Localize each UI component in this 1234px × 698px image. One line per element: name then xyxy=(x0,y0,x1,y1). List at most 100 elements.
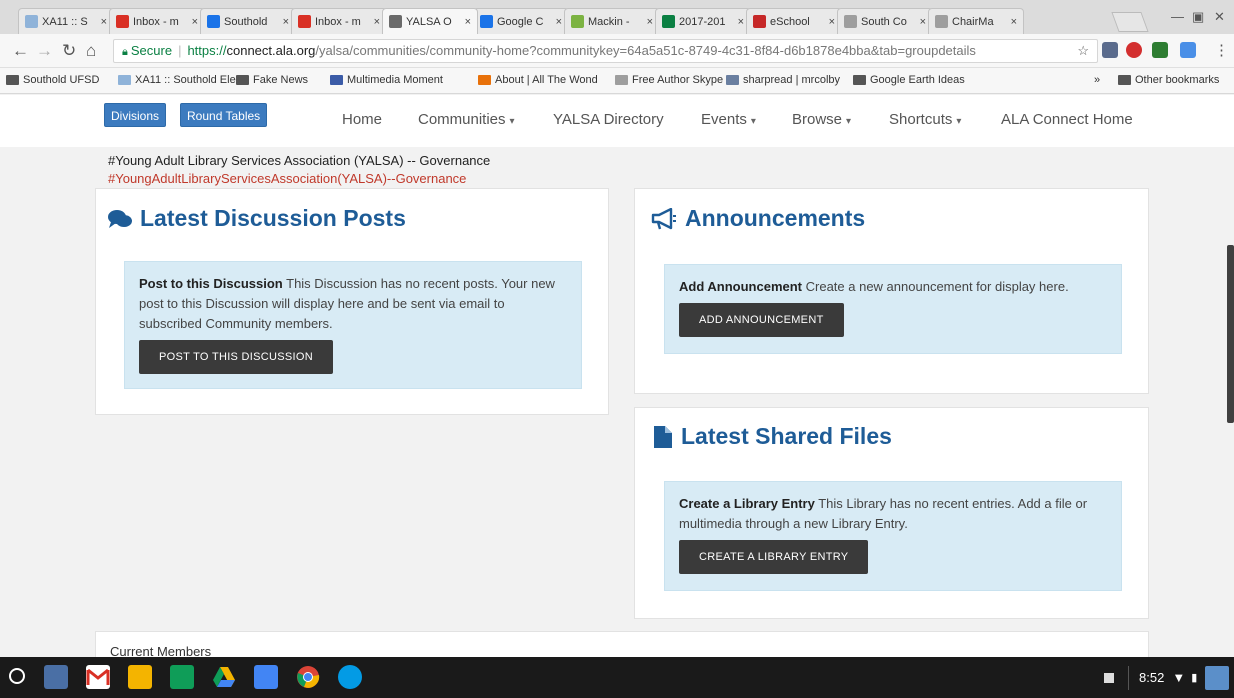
launcher-icon[interactable] xyxy=(9,668,25,684)
site-top-nav: Divisions Round Tables Home Communities ▾ Y… xyxy=(0,95,1234,147)
nav-link[interactable]: Events ▾ xyxy=(701,111,756,128)
bookmark-icon xyxy=(853,75,866,85)
bookmark-label: Google Earth Ideas xyxy=(870,74,965,86)
bookmark-star-icon[interactable]: ☆ xyxy=(1077,40,1089,62)
browser-tab[interactable]: Inbox - m × xyxy=(109,8,205,34)
nav-link[interactable]: Communities ▾ xyxy=(418,111,515,128)
maximize-icon[interactable]: ▣ xyxy=(1192,9,1204,25)
shared-files-title: Latest Shared Files xyxy=(653,423,892,450)
bookmark-label: sharpread | mrcolby xyxy=(743,74,841,86)
chrome-icon[interactable] xyxy=(296,665,320,689)
google-docs-icon[interactable] xyxy=(254,665,278,689)
browser-tab[interactable]: ChairMa × xyxy=(928,8,1024,34)
bookmark-item[interactable]: Free Author Skype xyxy=(615,74,723,86)
tab-close-icon[interactable]: × xyxy=(920,16,926,28)
bookmark-item[interactable]: Google Earth Ideas xyxy=(853,74,965,86)
files-app-icon[interactable] xyxy=(338,665,362,689)
tab-title: Inbox - m xyxy=(315,15,361,28)
divisions-button[interactable]: Divisions xyxy=(104,103,167,127)
add-announcement-button[interactable]: ADD ANNOUNCEMENT xyxy=(679,303,844,337)
google-slides-icon[interactable] xyxy=(128,665,152,689)
discussion-info-box: Post to this Discussion This Discussion … xyxy=(124,261,582,389)
browser-tab[interactable]: eSchool × xyxy=(746,8,842,34)
tab-close-icon[interactable]: × xyxy=(738,16,744,28)
browser-tab[interactable]: Inbox - m × xyxy=(291,8,387,34)
tab-title: Mackin - xyxy=(588,15,630,28)
bookmark-icon xyxy=(478,75,491,85)
wifi-icon: ▼ xyxy=(1172,670,1186,685)
status-tray[interactable]: 8:52 ▼ ▮ xyxy=(1104,657,1234,698)
bookmark-item[interactable]: Southold UFSD xyxy=(6,74,99,86)
extension-icon[interactable] xyxy=(1152,42,1168,58)
browser-tab[interactable]: South Co × xyxy=(837,8,933,34)
browser-tab[interactable]: Southold × xyxy=(200,8,296,34)
bookmark-icon xyxy=(118,75,131,85)
pinterest-extension-icon[interactable] xyxy=(1126,42,1142,58)
tab-title: South Co xyxy=(861,15,907,28)
announcements-title: Announcements xyxy=(651,205,865,232)
tab-close-icon[interactable]: × xyxy=(829,16,835,28)
file-icon xyxy=(654,425,672,448)
tab-close-icon[interactable]: × xyxy=(283,16,289,28)
discussion-posts-card: Latest Discussion Posts Post to this Dis… xyxy=(95,188,609,415)
bookmarks-overflow-icon[interactable]: » xyxy=(1094,74,1100,86)
address-bar[interactable]: 🔒︎ Secure | https://connect.ala.org/yalsa/c… xyxy=(113,39,1098,63)
tab-close-icon[interactable]: × xyxy=(647,16,653,28)
nav-link[interactable]: Home xyxy=(342,111,382,128)
close-window-icon[interactable]: ✕ xyxy=(1214,9,1225,25)
bookmark-item[interactable]: Multimedia Moment xyxy=(330,74,443,86)
bookmark-item[interactable]: XA11 :: Southold Ele xyxy=(118,74,236,86)
chevron-down-icon: ▾ xyxy=(509,116,515,127)
minimize-icon[interactable]: — xyxy=(1171,9,1184,24)
tab-close-icon[interactable]: × xyxy=(1011,16,1017,28)
tab-favicon-icon xyxy=(662,15,675,28)
post-to-discussion-button[interactable]: POST TO THIS DISCUSSION xyxy=(139,340,334,374)
bookmark-item[interactable]: About | All The Wond xyxy=(478,74,598,86)
tab-close-icon[interactable]: × xyxy=(192,16,198,28)
pocket-extension-icon[interactable] xyxy=(1102,42,1118,58)
translate-extension-icon[interactable] xyxy=(1180,42,1196,58)
page-scrollbar[interactable] xyxy=(1227,245,1234,423)
other-bookmarks[interactable]: Other bookmarks xyxy=(1118,74,1219,86)
gmail-icon[interactable] xyxy=(86,665,110,689)
nav-link[interactable]: Shortcuts ▾ xyxy=(889,111,961,128)
browser-tab[interactable]: Mackin - × xyxy=(564,8,660,34)
google-drive-icon[interactable] xyxy=(212,665,236,689)
bookmark-icon xyxy=(615,75,628,85)
chrome-menu-icon[interactable]: ⋮ xyxy=(1214,41,1229,59)
tab-favicon-icon xyxy=(480,15,493,28)
typing-app-icon[interactable] xyxy=(44,665,68,689)
new-tab-button[interactable] xyxy=(1111,12,1149,32)
tab-title: Google C xyxy=(497,15,544,28)
tab-close-icon[interactable]: × xyxy=(101,16,107,28)
nav-link-label: Communities xyxy=(418,111,506,128)
bookmark-item[interactable]: Fake News xyxy=(236,74,308,86)
bookmark-item[interactable]: sharpread | mrcolby xyxy=(726,74,840,86)
nav-link[interactable]: YALSA Directory xyxy=(553,111,664,128)
tab-title: 2017-201 xyxy=(679,15,726,28)
avatar xyxy=(1205,665,1230,690)
home-icon[interactable]: ⌂ xyxy=(86,41,96,61)
group-hashtag-link[interactable]: #YoungAdultLibraryServicesAssociation(YA… xyxy=(108,171,466,186)
browser-tab[interactable]: YALSA O × xyxy=(382,8,478,34)
nav-link[interactable]: Browse ▾ xyxy=(792,111,851,128)
round-tables-button[interactable]: Round Tables xyxy=(180,103,268,127)
browser-tab[interactable]: 2017-201 × xyxy=(655,8,751,34)
reload-icon[interactable]: ↻ xyxy=(62,41,76,61)
tab-close-icon[interactable]: × xyxy=(556,16,562,28)
shared-files-info-lead: Create a Library Entry xyxy=(679,496,815,511)
forward-icon[interactable]: → xyxy=(36,41,53,61)
back-icon[interactable]: ← xyxy=(12,41,29,61)
tab-close-icon[interactable]: × xyxy=(465,16,471,28)
nav-link[interactable]: ALA Connect Home xyxy=(1001,111,1133,128)
url-host: connect.ala.org xyxy=(226,43,316,58)
browser-tab[interactable]: Google C × xyxy=(473,8,569,34)
tab-title: ChairMa xyxy=(952,15,994,28)
tab-close-icon[interactable]: × xyxy=(374,16,380,28)
folder-icon xyxy=(1118,75,1131,85)
create-library-entry-button[interactable]: CREATE A LIBRARY ENTRY xyxy=(679,540,869,574)
chromeos-shelf: 8:52 ▼ ▮ xyxy=(0,657,1234,698)
browser-tab[interactable]: XA11 :: S × xyxy=(18,8,114,34)
google-sheets-icon[interactable] xyxy=(170,665,194,689)
bookmark-label: Fake News xyxy=(253,74,309,86)
